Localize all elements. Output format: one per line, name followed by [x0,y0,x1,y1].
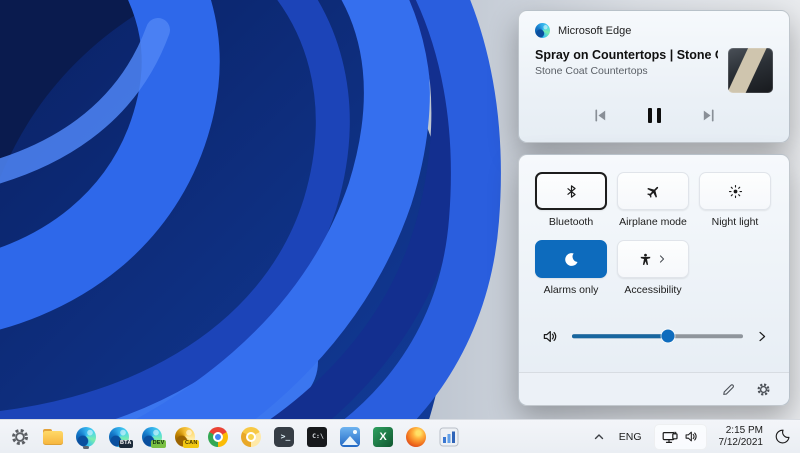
gear-icon [756,382,771,397]
microsoft-edge-icon [535,23,550,38]
edge-icon [76,427,96,447]
airplane-icon [646,184,661,199]
taskbar-firefox[interactable] [405,425,427,449]
pause-icon [648,108,652,123]
tray-language-button[interactable]: ENG [617,429,644,445]
photos-icon [340,427,360,447]
quick-settings-flyout: Bluetooth Airplane mode [518,154,790,406]
system-tray: ENG 2:15 PM 7/12/2021 [591,423,790,451]
beta-badge: BTA [119,440,134,448]
taskbar-settings[interactable] [9,425,31,449]
command-prompt-icon: C:\ [307,427,327,447]
accessibility-cell: Accessibility [617,240,689,296]
volume-mute-button[interactable] [540,326,561,347]
gear-icon [10,427,30,447]
media-title: Spray on Countertops | Stone Coat E... [535,48,718,62]
media-artist: Stone Coat Countertops [535,65,718,77]
tray-show-hidden-button[interactable] [591,429,607,444]
task-manager-icon [439,427,459,447]
canary-badge: CAN [183,440,199,448]
volume-slider-handle[interactable] [661,330,674,343]
taskbar-edge-dev[interactable]: DEV [141,425,163,449]
desktop: Microsoft Edge Spray on Countertops | St… [0,0,800,453]
night-light-toggle[interactable] [699,172,771,210]
taskbar-chrome[interactable] [207,425,229,449]
accessibility-button[interactable] [617,240,689,278]
airplane-mode-cell: Airplane mode [617,172,689,228]
taskbar-edge-beta[interactable]: BTA [108,425,130,449]
media-controls [535,106,773,125]
taskbar-edge[interactable] [75,425,97,449]
taskbar-cmd[interactable]: C:\ [306,425,328,449]
media-app-row: Microsoft Edge [535,23,773,38]
taskbar-photos[interactable] [339,425,361,449]
speaker-icon [684,429,699,444]
edit-quick-settings-button[interactable] [719,380,738,399]
focus-assist-moon-icon [773,427,791,445]
accessibility-icon [639,253,652,266]
folder-icon [43,429,63,445]
airplane-mode-toggle[interactable] [617,172,689,210]
moon-icon [564,252,579,267]
tray-date: 7/12/2021 [719,437,764,448]
chevron-right-icon [756,330,769,343]
clock-block: 2:15 PM 7/12/2021 [719,425,764,449]
alarms-only-toggle[interactable] [535,240,607,278]
media-body: Spray on Countertops | Stone Coat E... S… [535,48,773,93]
next-track-button[interactable] [699,106,718,125]
previous-track-button[interactable] [591,106,610,125]
tray-network-volume-button[interactable] [654,424,707,450]
previous-track-icon [593,108,608,123]
volume-output-expand-button[interactable] [754,328,771,345]
dev-badge: DEV [151,440,166,448]
pencil-icon [721,382,736,397]
taskbar-terminal[interactable]: >_ [273,425,295,449]
running-indicator [83,446,89,449]
volume-row [535,326,773,346]
taskbar-apps: BTA DEV CAN >_ C:\ [9,425,460,449]
pause-button[interactable] [646,106,663,125]
tray-clock-button[interactable]: 2:15 PM 7/12/2021 [717,423,766,451]
volume-slider[interactable] [572,328,743,344]
chrome-canary-icon [241,427,261,447]
terminal-icon: >_ [274,427,294,447]
alarms-only-cell: Alarms only [535,240,607,296]
bluetooth-toggle[interactable] [535,172,607,210]
chevron-right-icon [657,254,667,264]
speaker-icon [542,328,559,345]
airplane-mode-label: Airplane mode [619,216,687,228]
settings-button[interactable] [754,380,773,399]
network-icon [662,429,678,445]
taskbar-excel[interactable]: X [372,425,394,449]
taskbar-edge-canary[interactable]: CAN [174,425,196,449]
taskbar-file-explorer[interactable] [42,425,64,449]
bluetooth-icon [564,184,579,199]
night-light-label: Night light [712,216,759,228]
excel-icon: X [373,427,393,447]
chrome-icon [208,427,228,447]
next-track-icon [701,108,716,123]
media-text: Spray on Countertops | Stone Coat E... S… [535,48,728,77]
taskbar: BTA DEV CAN >_ C:\ [0,419,800,453]
quick-settings-footer [519,372,789,405]
media-flyout: Microsoft Edge Spray on Countertops | St… [518,10,790,143]
accessibility-label: Accessibility [624,284,681,296]
volume-slider-fill [572,334,668,338]
chevron-up-icon [593,431,605,442]
bluetooth-label: Bluetooth [549,216,593,228]
night-light-cell: Night light [699,172,771,228]
taskbar-task-manager[interactable] [438,425,460,449]
tray-time: 2:15 PM [726,425,763,436]
firefox-icon [406,427,426,447]
bluetooth-cell: Bluetooth [535,172,607,228]
taskbar-chrome-canary[interactable] [240,425,262,449]
media-thumbnail [728,48,773,93]
night-light-icon [728,184,743,199]
alarms-only-label: Alarms only [544,284,599,296]
quick-settings-grid: Bluetooth Airplane mode [535,172,773,296]
media-app-name: Microsoft Edge [558,25,631,37]
